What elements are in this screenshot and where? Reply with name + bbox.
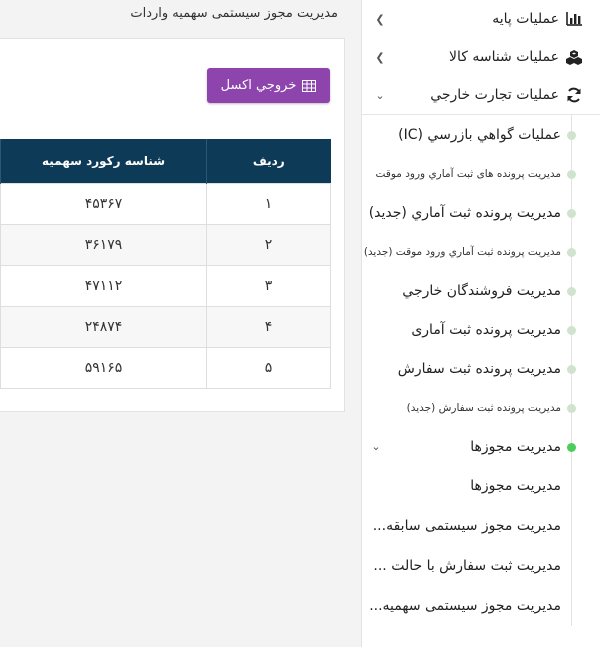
cell-record-id: ۴۵۳۶۷ [0, 183, 207, 225]
sidebar-item-label: مدیریت پرونده ثبت آماري (جدید) [368, 204, 561, 221]
sidebar-item-label: مدیریت پرونده های ثبت آماري ورود موقت [375, 167, 561, 180]
cell-row: ۴ [206, 306, 331, 348]
sidebar-top-menu: عملیات پایه ❯ عملیات شناسه کالا ❯ عملیات… [362, 0, 600, 115]
sidebar-item-system-permit-history[interactable]: مدیریت مجوز سیستمی سابقه... [362, 506, 600, 546]
sidebar-item-label: مدیریت مجوز سیستمی سهمیه... [369, 598, 561, 614]
sidebar-item-temp-entry-stat-files[interactable]: مدیریت پرونده های ثبت آماري ورود موقت [362, 154, 600, 193]
sidebar-item-label: عمليات گواهي بازرسي (IC) [398, 126, 561, 143]
sidebar-item-foreign-sellers[interactable]: مدیریت فروشندگان خارجي [362, 271, 600, 310]
sidebar-item-order-with-status[interactable]: مدیریت ثبت سفارش با حالت ... [362, 546, 600, 586]
sidebar-item-label: مدیریت پرونده ثبت سفارش [397, 360, 561, 377]
content-card: خروجي اكسل رديف شناسه رکورد سهمیه ۱ ۴۵۳۶… [0, 38, 345, 412]
sidebar-item-foreign-trade-operations[interactable]: عملیات تجارت خارجي ⌄ [362, 76, 600, 114]
table-row[interactable]: ۴ ۲۴۸۷۴ [0, 306, 331, 348]
column-header-row[interactable]: رديف [206, 139, 331, 184]
column-header-record-id[interactable]: شناسه رکورد سهمیه [0, 139, 207, 184]
status-dot [567, 247, 576, 257]
table-row[interactable]: ۱ ۴۵۳۶۷ [0, 183, 331, 225]
bar-chart-icon [565, 10, 583, 28]
table-icon [302, 79, 317, 92]
sidebar-item-label: مدیریت پرونده ثبت آماري ورود موقت (جدید) [363, 245, 561, 258]
sidebar-item-goods-id-operations[interactable]: عملیات شناسه کالا ❯ [362, 38, 600, 76]
sidebar-item-base-operations[interactable]: عملیات پایه ❯ [362, 0, 600, 38]
status-dot [567, 208, 576, 218]
table-row[interactable]: ۵ ۵۹۱۶۵ [0, 347, 331, 389]
sidebar-item-order-file-new[interactable]: مدیریت پرونده ثبت سفارش (جدید) [362, 388, 600, 427]
sidebar-item-permits-management[interactable]: مدیریت مجوزها [362, 466, 600, 506]
excel-export-button[interactable]: خروجي اكسل [207, 68, 330, 103]
sidebar-item-inspection-certificate[interactable]: عمليات گواهي بازرسي (IC) [362, 115, 600, 154]
chevron-left-icon: ❯ [375, 50, 385, 64]
sidebar-item-label: مدیریت پرونده ثبت سفارش (جدید) [406, 401, 561, 414]
status-dot [567, 286, 576, 296]
sidebar-item-label: عملیات شناسه کالا [448, 49, 559, 65]
cell-row: ۵ [206, 347, 331, 389]
sidebar-item-stat-file[interactable]: مدیریت پرونده ثبت آماری [362, 310, 600, 349]
chevron-left-icon: ❯ [375, 12, 385, 26]
cell-record-id: ۳۶۱۷۹ [0, 224, 207, 266]
data-table: رديف شناسه رکورد سهمیه ۱ ۴۵۳۶۷ ۲ ۳۶۱۷۹ ۳… [0, 139, 331, 389]
sidebar-item-label: مدیریت مجوز سیستمی سابقه... [372, 518, 561, 534]
cubes-icon [565, 48, 583, 66]
active-status-dot [567, 442, 576, 452]
table-header-row: رديف شناسه رکورد سهمیه [0, 139, 331, 184]
sidebar: عملیات پایه ❯ عملیات شناسه کالا ❯ عملیات… [361, 0, 600, 647]
cell-record-id: ۵۹۱۶۵ [0, 347, 207, 389]
sidebar-item-label: مدیریت فروشندگان خارجي [402, 282, 561, 299]
sidebar-item-label: عملیات پایه [492, 11, 559, 27]
chevron-down-icon: ⌄ [371, 440, 381, 453]
excel-export-label: خروجي اكسل [220, 78, 297, 93]
sidebar-item-permits[interactable]: مديريت مجوزها ⌄ [362, 427, 600, 466]
cell-record-id: ۴۷۱۱۲ [0, 265, 207, 307]
page-title: مدیریت مجوز سیستمی سهمیه واردات [130, 6, 338, 21]
sidebar-item-label: مدیریت ثبت سفارش با حالت ... [373, 558, 561, 574]
refresh-icon [565, 86, 583, 104]
sidebar-item-label: مديريت مجوزها [470, 438, 561, 455]
cell-row: ۳ [206, 265, 331, 307]
table-row[interactable]: ۲ ۳۶۱۷۹ [0, 224, 331, 266]
cell-row: ۱ [206, 183, 331, 225]
sidebar-item-label: عملیات تجارت خارجي [430, 87, 559, 103]
status-dot [567, 130, 576, 140]
status-dot [567, 364, 576, 374]
status-dot [567, 325, 576, 335]
cell-record-id: ۲۴۸۷۴ [0, 306, 207, 348]
sidebar-item-stat-file-new[interactable]: مدیریت پرونده ثبت آماري (جدید) [362, 193, 600, 232]
table-row[interactable]: ۳ ۴۷۱۱۲ [0, 265, 331, 307]
sidebar-item-order-file[interactable]: مدیریت پرونده ثبت سفارش [362, 349, 600, 388]
chevron-down-icon: ⌄ [375, 88, 385, 102]
sidebar-item-label: مدیریت مجوزها [470, 478, 561, 494]
status-dot [567, 169, 576, 179]
foreign-trade-submenu: عمليات گواهي بازرسي (IC) مدیریت پرونده ه… [362, 115, 600, 626]
sidebar-item-label: مدیریت پرونده ثبت آماری [411, 321, 561, 338]
status-dot [567, 403, 576, 413]
sidebar-item-temp-entry-stat-file-new[interactable]: مدیریت پرونده ثبت آماري ورود موقت (جدید) [362, 232, 600, 271]
sidebar-item-system-permit-quota[interactable]: مدیریت مجوز سیستمی سهمیه... [362, 586, 600, 626]
cell-row: ۲ [206, 224, 331, 266]
